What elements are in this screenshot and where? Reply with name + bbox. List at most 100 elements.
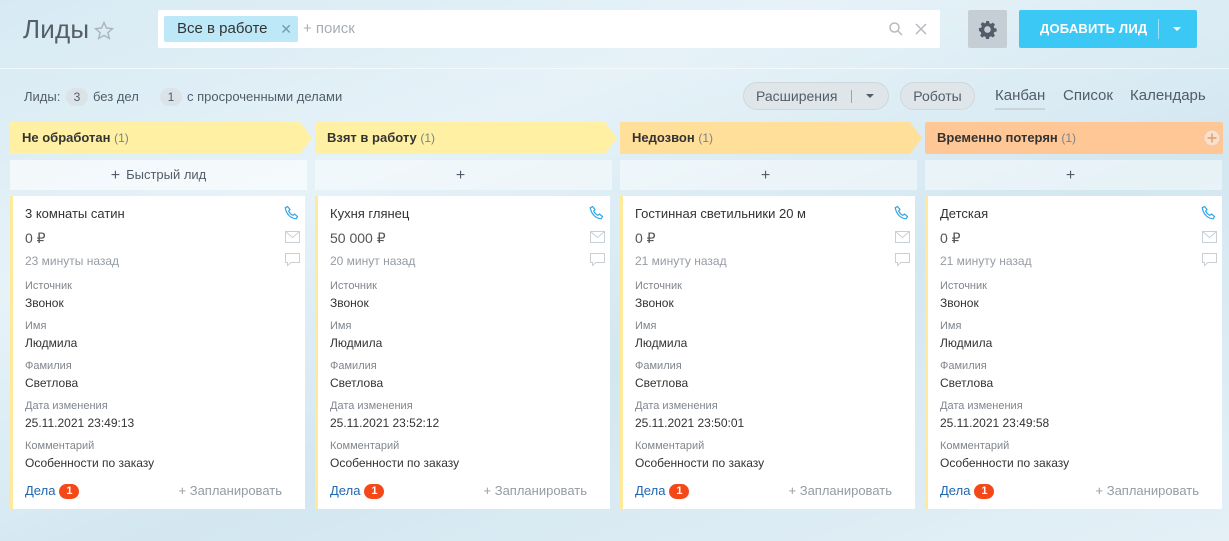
- field-value: 25.11.2021 23:52:12: [330, 416, 440, 430]
- overdue-label[interactable]: с просроченными делами: [187, 86, 342, 108]
- chat-icon[interactable]: [895, 253, 910, 267]
- field-value: Звонок: [940, 296, 979, 310]
- phone-icon[interactable]: [589, 205, 605, 221]
- field-value: 25.11.2021 23:50:01: [635, 416, 745, 430]
- column-header-in-progress[interactable]: Взят в работу (1): [315, 122, 617, 154]
- card-price: 0 ₽: [635, 230, 656, 246]
- quick-lead-button[interactable]: + Быстрый лид: [10, 160, 307, 190]
- field-label: Комментарий: [940, 440, 1010, 452]
- column-header-no-answer[interactable]: Недозвон (1): [620, 122, 922, 154]
- tab-list[interactable]: Список: [1063, 86, 1113, 106]
- column-header-new[interactable]: Не обработан (1): [10, 122, 312, 154]
- tab-kanban[interactable]: Канбан: [995, 86, 1046, 110]
- tab-calendar[interactable]: Календарь: [1130, 86, 1206, 106]
- field-label: Комментарий: [635, 440, 705, 452]
- lead-card[interactable]: Кухня глянец 50 000 ₽ 20 минут назад Ист…: [315, 196, 610, 509]
- plan-link[interactable]: + Запланировать: [1096, 483, 1199, 498]
- deals-label: Дела: [940, 483, 971, 498]
- add-lead-button[interactable]: ДОБАВИТЬ ЛИД: [1019, 10, 1197, 48]
- lead-card[interactable]: Гостинная светильники 20 м 0 ₽ 21 минуту…: [620, 196, 915, 509]
- chip-close-icon[interactable]: ✕: [280, 16, 292, 42]
- deals-link[interactable]: Дела 1: [635, 483, 690, 499]
- column-name: Недозвон: [632, 130, 695, 145]
- deals-link[interactable]: Дела 1: [25, 483, 80, 499]
- field-value: Людмила: [25, 336, 78, 350]
- field-label: Дата изменения: [635, 400, 718, 412]
- filter-chip[interactable]: Все в работе ✕: [164, 16, 298, 42]
- card-time: 21 минуту назад: [940, 254, 1032, 268]
- column-count: (1): [1061, 131, 1077, 145]
- field-value: Звонок: [330, 296, 369, 310]
- mail-icon[interactable]: [1202, 231, 1217, 243]
- column-name: Не обработан: [22, 130, 111, 145]
- phone-icon[interactable]: [1201, 205, 1217, 221]
- add-lead-in-column-button[interactable]: +: [925, 160, 1222, 190]
- overdue-counter[interactable]: 1: [160, 88, 182, 106]
- button-separator: [1158, 19, 1159, 39]
- field-value: 25.11.2021 23:49:58: [940, 416, 1050, 430]
- extensions-label: Расширения: [756, 88, 838, 104]
- phone-icon[interactable]: [284, 205, 300, 221]
- settings-button[interactable]: [968, 10, 1007, 48]
- column-header-lost[interactable]: Временно потерян (1): [925, 122, 1223, 154]
- deals-badge: 1: [364, 484, 385, 499]
- deals-link[interactable]: Дела 1: [330, 483, 385, 499]
- card-title[interactable]: Гостинная светильники 20 м: [635, 206, 806, 221]
- star-icon[interactable]: [93, 20, 115, 42]
- plus-icon: +: [760, 167, 771, 184]
- field-value: Светлова: [25, 376, 79, 390]
- field-value: Людмила: [635, 336, 688, 350]
- quick-lead-label: Быстрый лид: [126, 167, 207, 182]
- search-input[interactable]: + поиск: [303, 10, 355, 48]
- chevron-down-icon[interactable]: [866, 94, 874, 98]
- deals-link[interactable]: Дела 1: [940, 483, 995, 499]
- field-label: Дата изменения: [330, 400, 413, 412]
- deals-label: Дела: [635, 483, 666, 498]
- no-deals-label[interactable]: без дел: [93, 86, 139, 108]
- page-title: Лиды: [23, 14, 90, 44]
- lead-card[interactable]: 3 комнаты сатин 0 ₽ 23 минуты назад Исто…: [10, 196, 305, 509]
- mail-icon[interactable]: [590, 231, 605, 243]
- add-lead-label: ДОБАВИТЬ ЛИД: [1040, 21, 1148, 36]
- chat-icon[interactable]: [590, 253, 605, 267]
- field-label: Дата изменения: [25, 400, 108, 412]
- chat-icon[interactable]: [1202, 253, 1217, 267]
- card-title[interactable]: Кухня глянец: [330, 206, 409, 221]
- field-value: Светлова: [635, 376, 689, 390]
- search-box[interactable]: Все в работе ✕ + поиск: [158, 10, 940, 48]
- add-lead-in-column-button[interactable]: +: [315, 160, 612, 190]
- mail-icon[interactable]: [285, 231, 300, 243]
- chat-icon[interactable]: [285, 253, 300, 267]
- field-value: Особенности по заказу: [635, 456, 765, 470]
- extensions-button[interactable]: Расширения: [743, 82, 889, 110]
- add-lead-in-column-button[interactable]: +: [620, 160, 917, 190]
- card-price: 0 ₽: [25, 230, 46, 246]
- card-title[interactable]: 3 комнаты сатин: [25, 206, 125, 221]
- plus-icon: +: [1065, 167, 1076, 184]
- card-time: 20 минут назад: [330, 254, 416, 268]
- filter-chip-label: Все в работе: [177, 20, 268, 37]
- plan-link[interactable]: + Запланировать: [179, 483, 282, 498]
- field-label: Имя: [940, 320, 962, 332]
- card-title[interactable]: Детская: [940, 206, 988, 221]
- field-value: Особенности по заказу: [330, 456, 460, 470]
- column-count: (1): [420, 131, 436, 145]
- deals-label: Дела: [25, 483, 56, 498]
- button-separator: [851, 90, 852, 103]
- field-value: Звонок: [25, 296, 64, 310]
- add-column-icon[interactable]: [1203, 129, 1221, 147]
- robots-button[interactable]: Роботы: [900, 82, 975, 110]
- phone-icon[interactable]: [894, 205, 910, 221]
- chevron-down-icon[interactable]: [1173, 27, 1181, 31]
- lead-card[interactable]: Детская 0 ₽ 21 минуту назад Источник Зво…: [925, 196, 1222, 509]
- field-label: Фамилия: [25, 360, 72, 372]
- field-label: Источник: [940, 280, 987, 292]
- field-value: 25.11.2021 23:49:13: [25, 416, 135, 430]
- top-bar: Лиды Все в работе ✕ + поиск ДОБАВИТЬ ЛИД: [0, 0, 1229, 68]
- no-deals-counter[interactable]: 3: [66, 88, 88, 106]
- plan-link[interactable]: + Запланировать: [789, 483, 892, 498]
- close-icon[interactable]: [913, 21, 929, 37]
- mail-icon[interactable]: [895, 231, 910, 243]
- search-icon[interactable]: [888, 21, 904, 37]
- plan-link[interactable]: + Запланировать: [484, 483, 587, 498]
